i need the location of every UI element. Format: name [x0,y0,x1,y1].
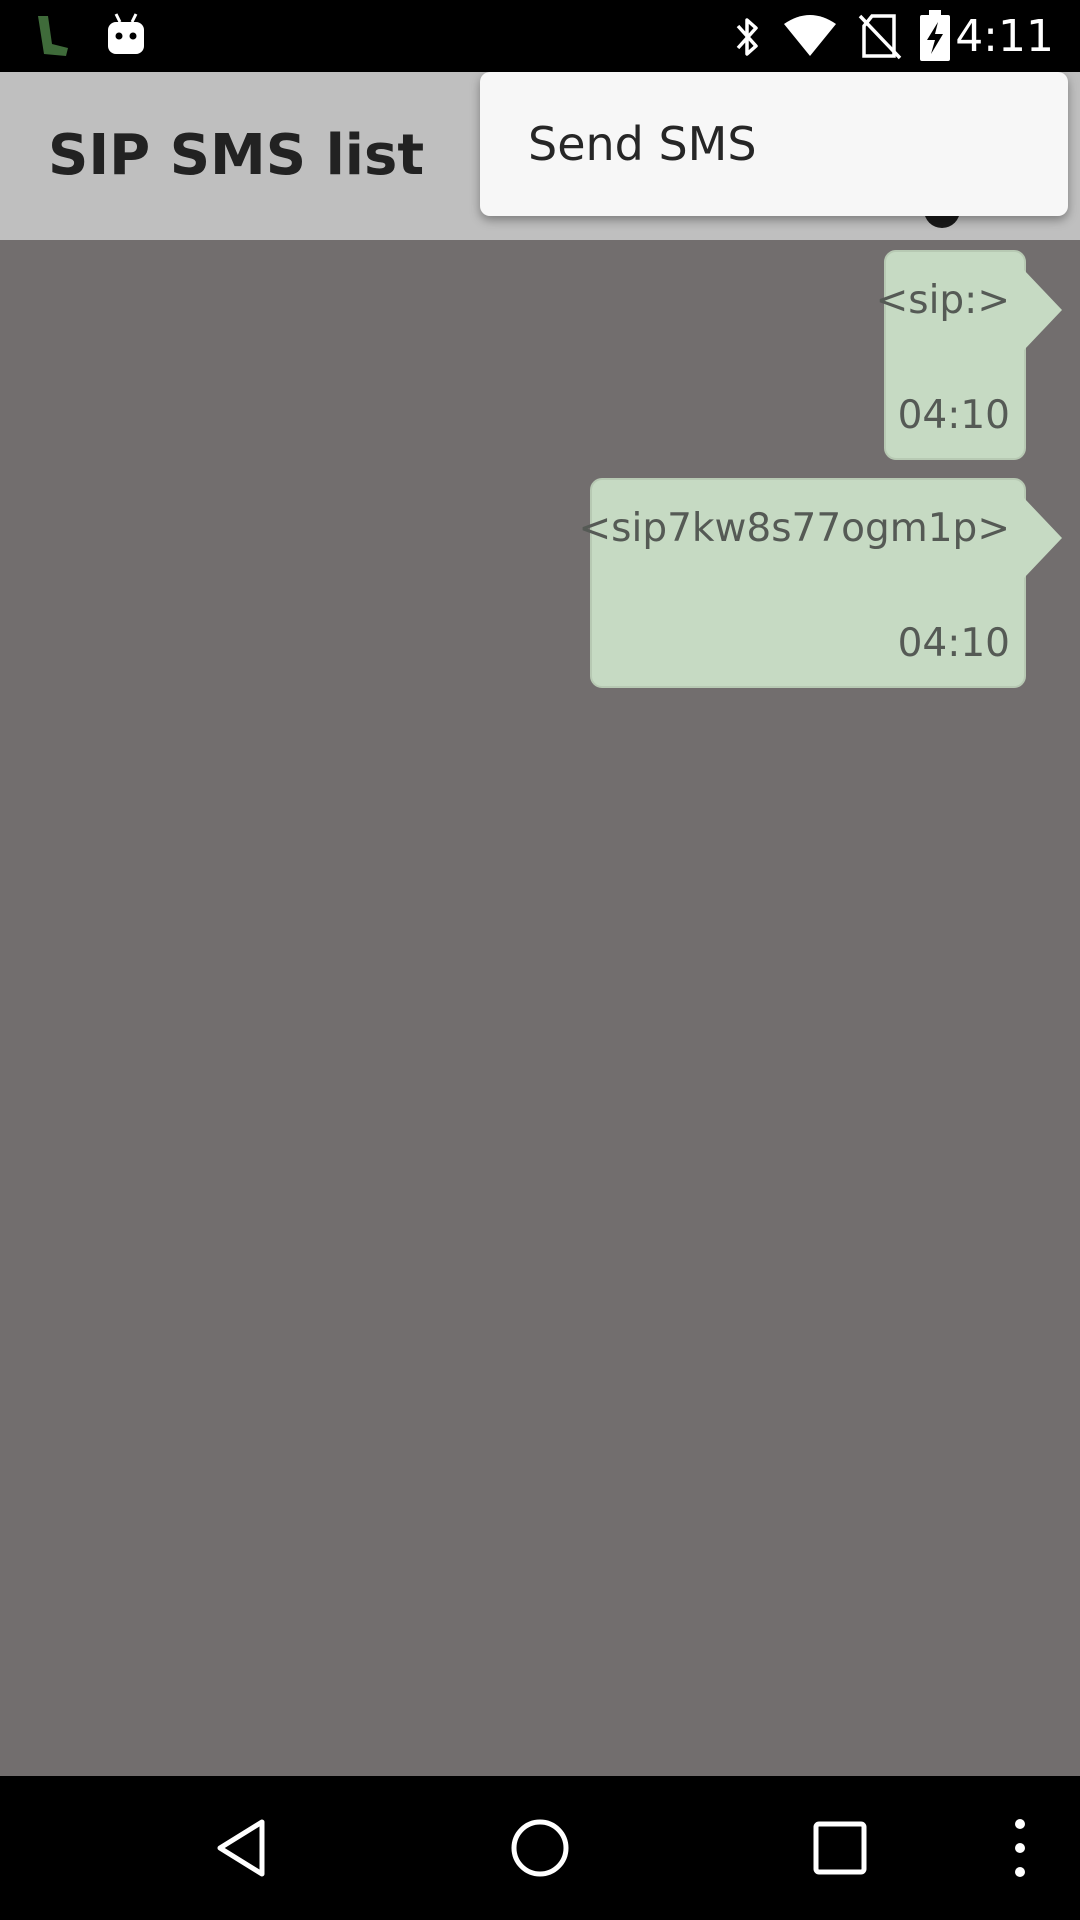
message-bubble[interactable]: <sip7kw8s77ogm1p> 04:10 [579,478,1062,688]
message-time: 04:10 [897,393,1010,438]
bluetooth-icon [730,14,766,65]
message-sender: <sip:> [875,278,1010,323]
wifi-icon [782,14,838,63]
menu-item-send-sms[interactable]: Send SMS [480,72,1068,216]
page-title: SIP SMS list [48,123,425,188]
more-icon[interactable] [948,1776,1080,1920]
no-sim-icon [858,12,902,65]
battery-charging-icon [918,10,952,67]
navigation-bar [0,1776,1080,1920]
message-sender: <sip7kw8s77ogm1p> [578,506,1011,551]
phone-app-icon [30,14,74,63]
back-icon[interactable] [170,1776,314,1920]
recents-icon[interactable] [768,1776,912,1920]
android-debug-icon [104,12,148,63]
bubble-tail [1024,498,1062,578]
home-icon[interactable] [468,1776,612,1920]
bubble-tail [1024,270,1062,350]
message-time: 04:10 [897,621,1010,666]
message-bubble[interactable]: <sip:> 04:10 [876,250,1062,460]
clock-time: 4:11 [955,11,1054,62]
status-bar: 4:11 [0,0,1080,72]
sms-list[interactable]: <sip:> 04:10 <sip7kw8s77ogm1p> 04:10 [0,240,1080,1776]
overflow-popup-menu: Send SMS [480,72,1068,216]
